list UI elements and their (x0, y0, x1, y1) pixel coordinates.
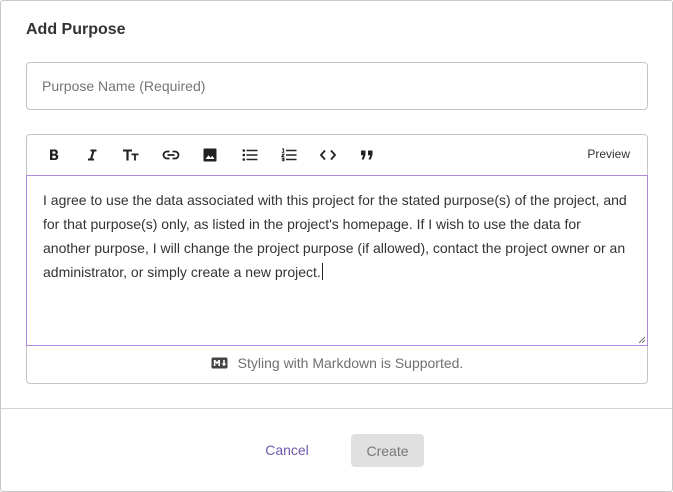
markdown-editor: Preview I agree to use the data associat… (26, 134, 648, 384)
quote-icon[interactable] (355, 144, 379, 166)
resize-handle-icon[interactable] (637, 335, 646, 344)
purpose-description-textarea[interactable]: I agree to use the data associated with … (26, 175, 648, 346)
italic-icon[interactable] (80, 144, 104, 166)
link-icon[interactable] (159, 144, 183, 166)
numbered-list-icon[interactable] (277, 144, 301, 166)
description-text: I agree to use the data associated with … (43, 192, 627, 280)
cancel-button[interactable]: Cancel (256, 434, 318, 466)
dialog-title: Add Purpose (26, 21, 126, 38)
footer-divider (1, 408, 672, 409)
image-icon[interactable] (198, 144, 222, 166)
create-button[interactable]: Create (351, 434, 424, 467)
markdown-support-note: Styling with Markdown is Supported. (27, 351, 647, 375)
bold-icon[interactable] (42, 144, 66, 166)
markdown-note-text: Styling with Markdown is Supported. (237, 355, 464, 371)
purpose-name-input[interactable] (26, 62, 648, 110)
code-icon[interactable] (316, 144, 340, 166)
bulleted-list-icon[interactable] (238, 144, 262, 166)
editor-toolbar: Preview (27, 135, 647, 175)
add-purpose-dialog: Add Purpose Purpose Name (Required) Prev… (0, 0, 673, 492)
text-size-icon[interactable] (119, 144, 143, 166)
text-caret (321, 263, 323, 280)
preview-button[interactable]: Preview (587, 147, 630, 161)
markdown-icon (211, 357, 228, 369)
